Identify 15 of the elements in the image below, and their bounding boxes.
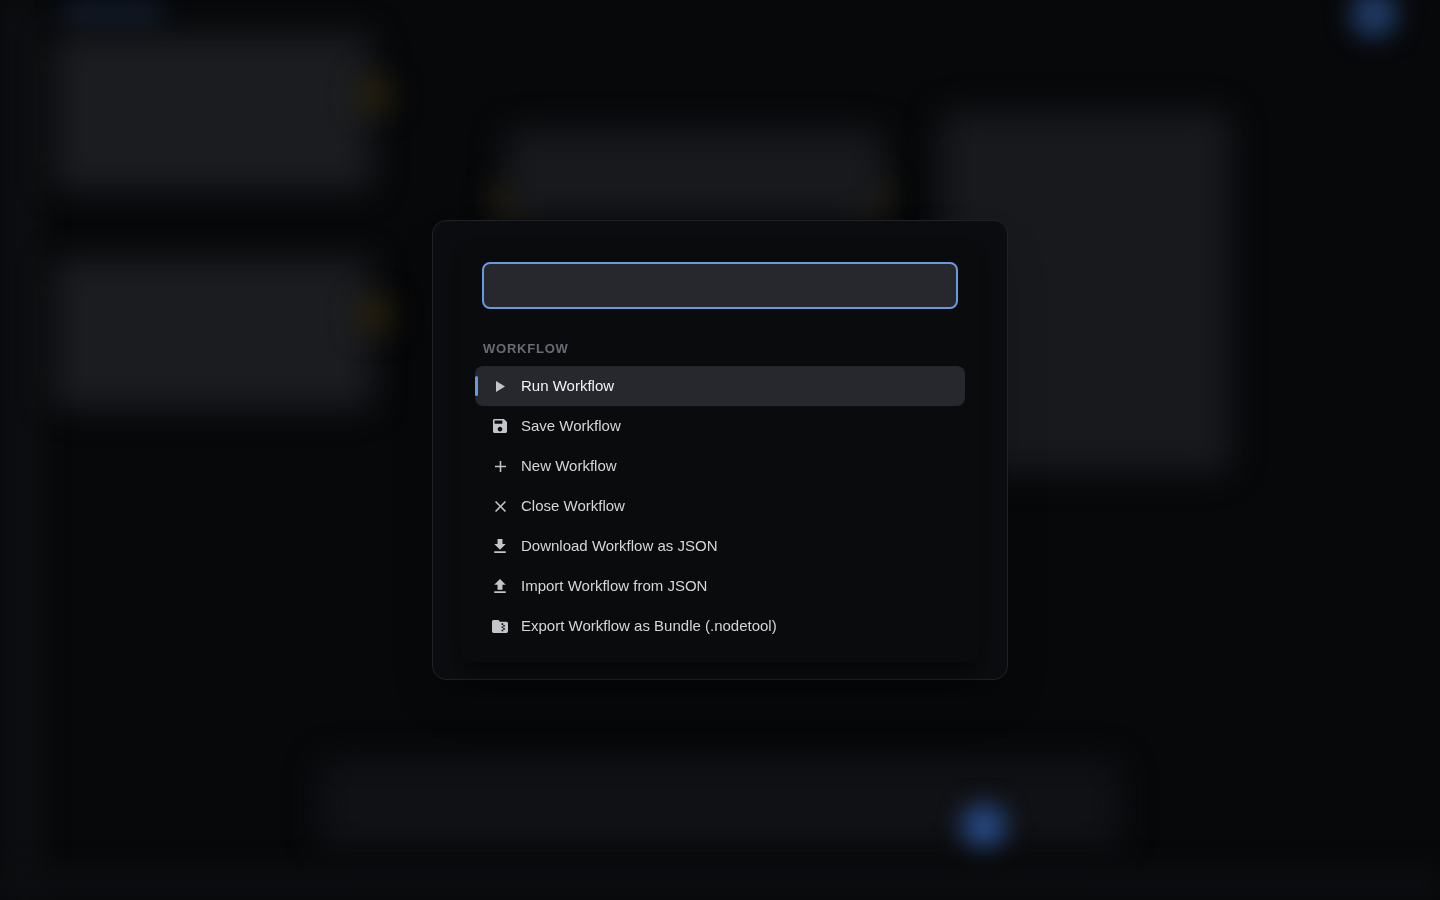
section-heading: WORKFLOW [483, 341, 570, 356]
menu-item[interactable]: Save Workflow [475, 406, 965, 446]
download-icon [494, 539, 506, 553]
menu-item[interactable]: Close Workflow [475, 486, 965, 526]
upload-icon [494, 579, 506, 593]
menu-item[interactable]: Download Workflow as JSON [475, 526, 965, 566]
close-icon [494, 500, 506, 512]
menu-item[interactable]: New Workflow [475, 446, 965, 486]
menu-item[interactable]: Run Workflow [475, 366, 965, 406]
zip-folder-icon [492, 619, 508, 633]
search-field[interactable] [482, 262, 958, 309]
plus-icon [494, 460, 506, 472]
play-icon [495, 380, 505, 392]
menu-item[interactable]: Export Workflow as Bundle (.nodetool) [475, 606, 965, 646]
menu-item[interactable]: Import Workflow from JSON [475, 566, 965, 606]
